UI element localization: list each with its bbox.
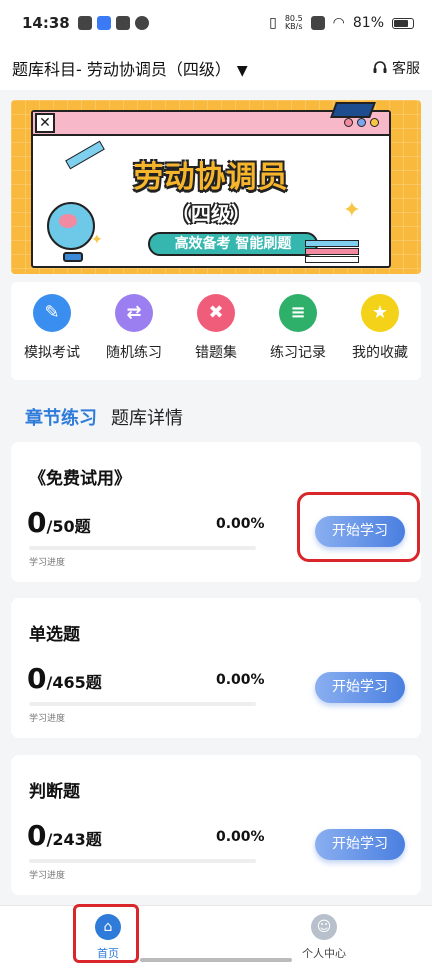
quick-action-label: 我的收藏	[352, 345, 408, 361]
crown-icon	[77, 16, 92, 30]
quick-action-favorites[interactable]: ★ 我的收藏	[340, 294, 420, 362]
status-bar: 14:38 ▯ 80.5 KB/s ◠ 81%	[0, 0, 432, 46]
progress-label: 学习进度	[29, 714, 66, 724]
books-icon	[305, 240, 359, 264]
progress-bar	[29, 702, 256, 706]
section-count: 0/465题	[27, 662, 102, 695]
status-time: 14:38	[22, 14, 70, 32]
vibrate-icon: ▯	[269, 15, 277, 31]
notification-icons	[77, 16, 149, 30]
globe-icon	[47, 202, 95, 250]
progress-bar	[29, 546, 256, 550]
quick-action-label: 练习记录	[270, 345, 326, 361]
quick-action-mock-exam[interactable]: ✎ 模拟考试	[12, 294, 92, 362]
quick-actions: ✎ 模拟考试 ⇄ 随机练习 ✖ 错题集 ≡ 练习记录 ★ 我的收藏	[11, 282, 421, 380]
net-speed-unit: KB/s	[284, 22, 303, 31]
quick-action-label: 模拟考试	[24, 345, 80, 361]
section-title: 单选题	[29, 625, 80, 645]
start-learning-button[interactable]: 开始学习	[315, 829, 405, 860]
subject-selector[interactable]: 题库科目- 劳动协调员（四级） ▼	[12, 56, 248, 80]
headset-icon	[373, 61, 387, 73]
section-percent: 0.00%	[216, 672, 265, 688]
quick-action-practice-record[interactable]: ≡ 练习记录	[258, 294, 338, 362]
battery-icon	[392, 17, 414, 29]
top-bar: 题库科目- 劳动协调员（四级） ▼ 客服	[0, 46, 432, 90]
subject-label: 题库科目- 劳动协调员（四级）	[12, 60, 231, 79]
section-title: 《免费试用》	[29, 469, 131, 489]
section-count: 0/50题	[27, 506, 91, 539]
section-total: /465题	[46, 673, 102, 692]
profile-icon: ☺	[311, 914, 337, 940]
mail-icon	[115, 16, 130, 30]
exam-icon: ✎	[33, 294, 71, 332]
globe-stand-icon	[63, 252, 83, 262]
section-percent: 0.00%	[216, 516, 265, 532]
window-dot-icon	[357, 118, 366, 127]
window-dot-icon	[370, 118, 379, 127]
quick-action-label: 错题集	[195, 345, 237, 361]
bottom-nav: ⌂ 首页 ☺ 个人中心	[0, 905, 432, 964]
quick-action-label: 随机练习	[106, 345, 162, 361]
record-icon: ≡	[279, 294, 317, 332]
window-close-icon: ✕	[35, 113, 55, 133]
battery-percent: 81%	[352, 15, 384, 31]
check-circle-icon	[134, 16, 149, 30]
section-total: /50题	[46, 517, 91, 536]
window-dots	[344, 118, 379, 127]
section-done-count: 0	[27, 819, 47, 852]
section-title: 判断题	[29, 782, 80, 802]
caret-down-icon: ▼	[236, 63, 248, 79]
customer-service-button[interactable]: 客服	[372, 58, 420, 78]
highlight-box	[73, 904, 139, 963]
section-count: 0/243题	[27, 819, 102, 852]
section-done-count: 0	[27, 506, 47, 539]
graduation-cap-icon	[330, 102, 376, 118]
quick-action-random-practice[interactable]: ⇄ 随机练习	[94, 294, 174, 362]
star-icon: ★	[361, 294, 399, 332]
practice-tabs: 章节练习 题库详情	[25, 404, 183, 430]
banner-title: 劳动协调员	[133, 160, 289, 195]
section-done-count: 0	[27, 662, 47, 695]
section-total: /243题	[46, 830, 102, 849]
progress-label: 学习进度	[29, 871, 66, 881]
tab-bank-details[interactable]: 题库详情	[111, 404, 183, 430]
wrong-book-icon: ✖	[197, 294, 235, 332]
tab-chapter-practice[interactable]: 章节练习	[25, 404, 97, 430]
sim-icon	[310, 16, 325, 30]
section-card: 判断题 0/243题 0.00% 学习进度 开始学习	[11, 755, 421, 895]
quick-action-wrong-questions[interactable]: ✖ 错题集	[176, 294, 256, 362]
gesture-bar	[140, 958, 292, 962]
shuffle-icon: ⇄	[115, 294, 153, 332]
banner-slogan: 高效备考 智能刷题	[148, 232, 318, 256]
progress-label: 学习进度	[29, 558, 66, 568]
nav-profile[interactable]: ☺ 个人中心	[216, 906, 432, 964]
sparkle-icon: ✦	[91, 232, 103, 248]
banner-window-frame: ✕ 劳动协调员 （四级） 高效备考 智能刷题 ✦ ✦	[31, 110, 391, 268]
highlight-box	[297, 492, 420, 562]
nav-profile-label: 个人中心	[302, 947, 346, 960]
window-dot-icon	[344, 118, 353, 127]
promo-banner[interactable]: ✕ 劳动协调员 （四级） 高效备考 智能刷题 ✦ ✦	[11, 100, 421, 274]
section-percent: 0.00%	[216, 829, 265, 845]
net-speed: 80.5 KB/s	[285, 15, 303, 31]
start-learning-button[interactable]: 开始学习	[315, 672, 405, 703]
progress-bar	[29, 859, 256, 863]
service-label: 客服	[392, 61, 420, 77]
app-notification-icon	[96, 16, 111, 30]
section-card: 单选题 0/465题 0.00% 学习进度 开始学习	[11, 598, 421, 738]
wifi-icon: ◠	[332, 15, 345, 31]
sparkle-icon: ✦	[342, 198, 361, 223]
